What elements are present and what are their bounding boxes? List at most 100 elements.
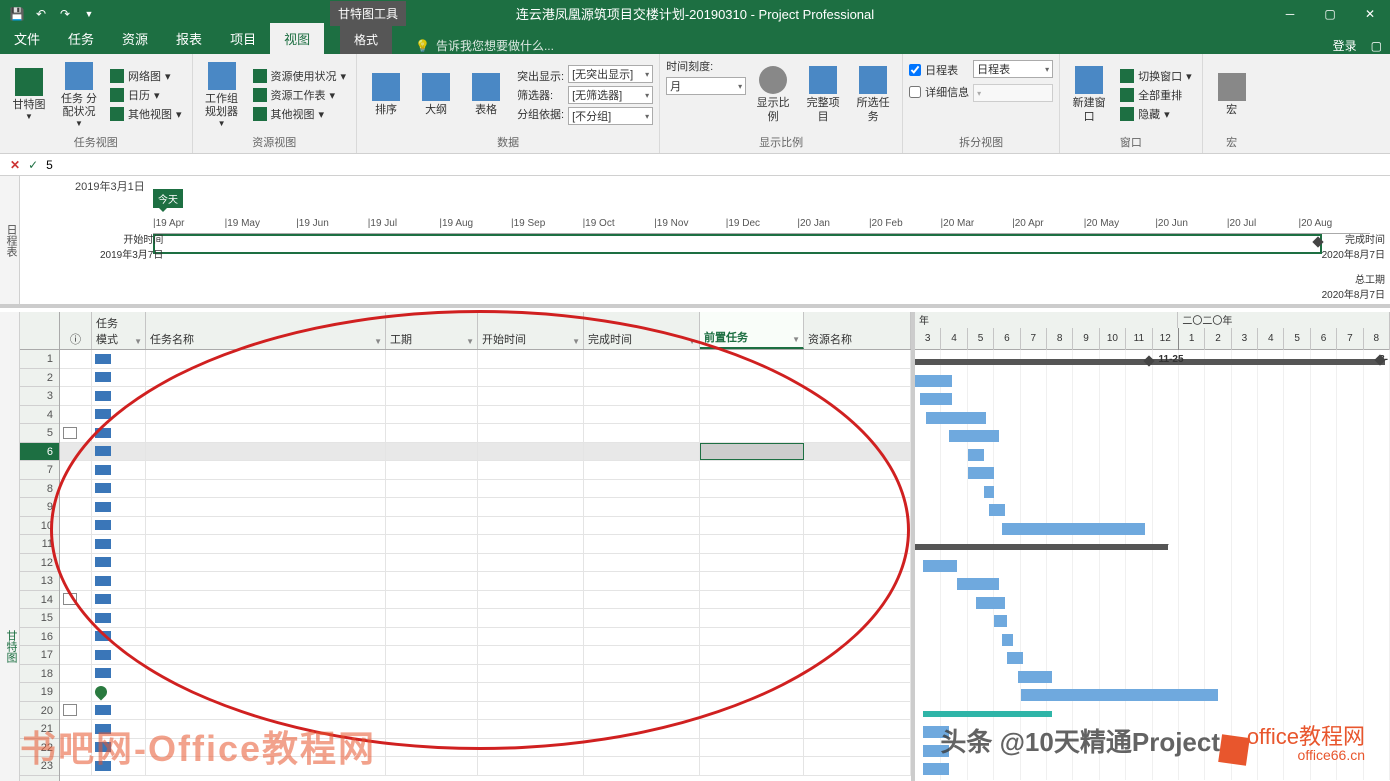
cell[interactable]	[804, 739, 911, 757]
cell[interactable]	[700, 591, 804, 609]
row-header[interactable]: 7	[20, 461, 59, 480]
cell[interactable]	[386, 461, 478, 479]
cell[interactable]	[92, 535, 146, 553]
cell[interactable]	[478, 683, 584, 701]
cell[interactable]	[700, 702, 804, 720]
cell[interactable]	[478, 628, 584, 646]
col-duration[interactable]: 工期▼	[386, 312, 478, 349]
zoom-button[interactable]: 显示比例	[750, 58, 796, 132]
tables-button[interactable]: 表格	[463, 58, 509, 132]
row-header[interactable]: 1	[20, 350, 59, 369]
cell[interactable]	[92, 424, 146, 442]
cell[interactable]	[584, 591, 700, 609]
table-row[interactable]	[60, 609, 911, 628]
gantt-bar[interactable]	[923, 726, 949, 738]
cell[interactable]	[700, 757, 804, 775]
minimize-button[interactable]: ─	[1270, 0, 1310, 27]
cell[interactable]	[60, 350, 92, 368]
cell[interactable]	[584, 628, 700, 646]
gantt-bar[interactable]	[920, 393, 952, 405]
cell[interactable]	[804, 646, 911, 664]
cell[interactable]	[700, 535, 804, 553]
cell[interactable]	[700, 480, 804, 498]
cell[interactable]	[478, 517, 584, 535]
cell[interactable]	[146, 480, 386, 498]
cell[interactable]	[584, 424, 700, 442]
cell[interactable]	[478, 498, 584, 516]
row-header[interactable]: 12	[20, 554, 59, 573]
cell[interactable]	[92, 720, 146, 738]
cell[interactable]	[700, 461, 804, 479]
calendar-button[interactable]: 日历 ▾	[106, 86, 186, 104]
gantt-bar[interactable]	[915, 375, 952, 387]
cell[interactable]	[92, 498, 146, 516]
cell[interactable]	[804, 443, 911, 461]
cell[interactable]	[804, 406, 911, 424]
gantt-bar[interactable]	[994, 615, 1007, 627]
gantt-bar[interactable]	[984, 486, 995, 498]
table-row[interactable]	[60, 665, 911, 684]
cell[interactable]	[478, 461, 584, 479]
other-views-button[interactable]: 其他视图 ▾	[106, 105, 186, 123]
cell[interactable]	[700, 406, 804, 424]
cell[interactable]	[584, 480, 700, 498]
table-row[interactable]	[60, 591, 911, 610]
cell[interactable]	[92, 609, 146, 627]
cell[interactable]	[386, 572, 478, 590]
cell[interactable]	[60, 739, 92, 757]
table-row[interactable]	[60, 517, 911, 536]
gantt-bar[interactable]	[915, 544, 1168, 550]
row-header[interactable]: 14	[20, 591, 59, 610]
row-header[interactable]: 13	[20, 572, 59, 591]
cell[interactable]	[804, 609, 911, 627]
cell[interactable]	[146, 665, 386, 683]
row-header[interactable]: 16	[20, 628, 59, 647]
row-header[interactable]: 11	[20, 535, 59, 554]
gantt-bar[interactable]	[926, 412, 987, 424]
cell[interactable]	[146, 350, 386, 368]
cell[interactable]	[60, 702, 92, 720]
cell[interactable]	[700, 350, 804, 368]
cell[interactable]	[584, 406, 700, 424]
selected-tasks-button[interactable]: 所选任务	[850, 58, 896, 132]
cell[interactable]	[386, 387, 478, 405]
timeline-checkbox[interactable]: 日程表	[909, 62, 969, 78]
gantt-bar[interactable]	[1021, 689, 1219, 701]
cell[interactable]	[146, 757, 386, 775]
row-header[interactable]: 18	[20, 665, 59, 684]
cell[interactable]	[60, 665, 92, 683]
cell[interactable]	[60, 572, 92, 590]
gantt-bar[interactable]	[923, 745, 949, 757]
cell[interactable]	[804, 387, 911, 405]
cell[interactable]	[386, 443, 478, 461]
cell[interactable]	[700, 443, 804, 461]
cell[interactable]	[700, 683, 804, 701]
cell[interactable]	[478, 443, 584, 461]
cell[interactable]	[92, 480, 146, 498]
cell[interactable]	[584, 387, 700, 405]
cell[interactable]	[60, 720, 92, 738]
cell[interactable]	[700, 387, 804, 405]
restore-ribbon-icon[interactable]: ▢	[1371, 39, 1382, 53]
macros-button[interactable]: 宏	[1209, 58, 1255, 132]
cell[interactable]	[584, 535, 700, 553]
cell[interactable]	[478, 739, 584, 757]
cell[interactable]	[584, 646, 700, 664]
table-row[interactable]	[60, 498, 911, 517]
gantt-bar[interactable]	[1002, 523, 1145, 535]
cell[interactable]	[92, 387, 146, 405]
cell[interactable]	[386, 628, 478, 646]
cell[interactable]	[92, 443, 146, 461]
cell[interactable]	[804, 720, 911, 738]
accept-entry-button[interactable]: ✓	[28, 158, 38, 172]
cell[interactable]	[146, 739, 386, 757]
new-window-button[interactable]: 新建窗口	[1066, 58, 1112, 132]
cell[interactable]	[386, 591, 478, 609]
row-header[interactable]: 23	[20, 757, 59, 776]
cell[interactable]	[92, 702, 146, 720]
cell[interactable]	[386, 702, 478, 720]
tell-me-search[interactable]: 💡 告诉我您想要做什么...	[415, 37, 554, 54]
hide-button[interactable]: 隐藏 ▾	[1116, 105, 1196, 123]
cell[interactable]	[146, 387, 386, 405]
cell[interactable]	[584, 554, 700, 572]
